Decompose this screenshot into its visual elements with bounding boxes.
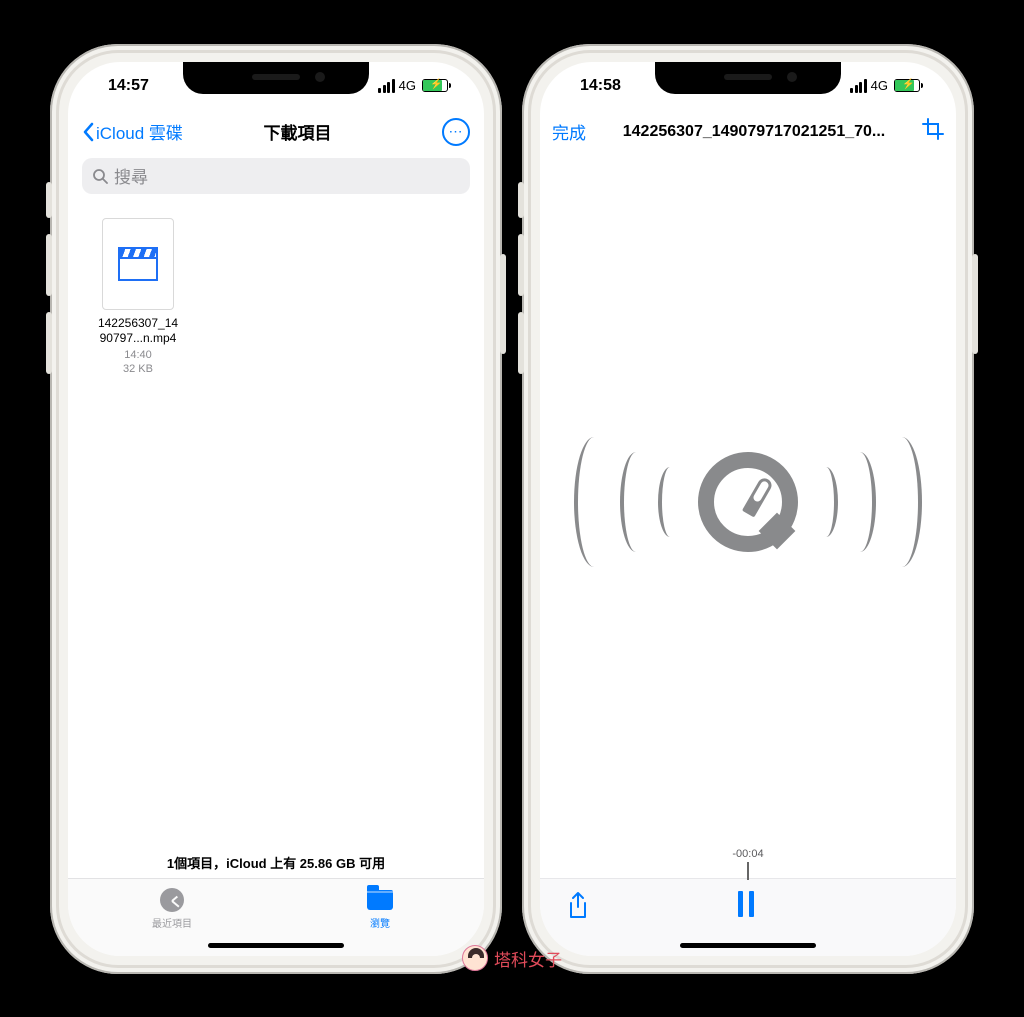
silent-switch — [46, 182, 52, 218]
volume-up — [518, 234, 524, 296]
playhead-icon[interactable] — [747, 862, 749, 880]
navigation-bar: iCloud 雲碟 下載項目 ⋯ — [68, 110, 484, 154]
volume-down — [46, 312, 52, 374]
file-metadata: 14:4032 KB — [88, 348, 188, 377]
search-input[interactable]: 搜尋 — [82, 158, 470, 194]
notch — [183, 62, 369, 94]
file-thumbnail — [102, 218, 174, 310]
phone-frame-left: 14:57 4G ⚡ iCloud 雲碟 下載項目 ⋯ 搜 — [50, 44, 502, 974]
video-file-icon — [118, 247, 158, 281]
home-indicator[interactable] — [680, 943, 816, 948]
file-grid[interactable]: 142256307_1490797...n.mp4 14:4032 KB — [68, 206, 484, 845]
chevron-left-icon — [82, 122, 94, 142]
screen-right: 14:58 4G ⚡ 完成 142256307_149079717021251_… — [540, 62, 956, 956]
scrubber[interactable]: -00:04 — [540, 850, 956, 878]
search-icon — [92, 168, 108, 184]
phone-frame-right: 14:58 4G ⚡ 完成 142256307_149079717021251_… — [522, 44, 974, 974]
notch — [655, 62, 841, 94]
power-button — [972, 254, 978, 354]
pause-button[interactable] — [738, 891, 754, 917]
status-time: 14:57 — [108, 77, 149, 95]
volume-down — [518, 312, 524, 374]
share-button[interactable] — [566, 891, 590, 926]
player-navigation-bar: 完成 142256307_149079717021251_70... — [540, 110, 956, 154]
battery-icon: ⚡ — [894, 79, 920, 92]
signal-icon — [378, 79, 395, 93]
silent-switch — [518, 182, 524, 218]
more-options-button[interactable]: ⋯ — [442, 118, 470, 146]
status-time: 14:58 — [580, 77, 621, 95]
watermark-label: 塔科女子 — [494, 946, 562, 971]
network-label: 4G — [871, 78, 888, 93]
tab-label: 瀏覽 — [370, 915, 390, 930]
storage-footer: 1個項目，iCloud 上有 25.86 GB 可用 — [68, 845, 484, 878]
watermark: 塔科女子 — [462, 945, 562, 971]
signal-icon — [850, 79, 867, 93]
network-label: 4G — [399, 78, 416, 93]
crop-button[interactable] — [922, 118, 944, 145]
page-title: 下載項目 — [153, 119, 442, 144]
file-name: 142256307_1490797...n.mp4 — [88, 316, 188, 346]
battery-icon: ⚡ — [422, 79, 448, 92]
player-canvas[interactable] — [540, 154, 956, 850]
file-title: 142256307_149079717021251_70... — [594, 123, 914, 141]
power-button — [500, 254, 506, 354]
screen-left: 14:57 4G ⚡ iCloud 雲碟 下載項目 ⋯ 搜 — [68, 62, 484, 956]
time-remaining: -00:04 — [732, 848, 763, 860]
search-placeholder: 搜尋 — [114, 163, 148, 188]
done-button[interactable]: 完成 — [552, 119, 586, 144]
pause-icon — [738, 891, 743, 917]
home-indicator[interactable] — [208, 943, 344, 948]
avatar-icon — [462, 945, 488, 971]
ellipsis-icon: ⋯ — [449, 123, 464, 140]
share-icon — [566, 891, 590, 921]
folder-icon — [367, 890, 393, 910]
file-item[interactable]: 142256307_1490797...n.mp4 14:4032 KB — [88, 218, 188, 377]
quicktime-audio-icon — [574, 437, 922, 567]
tab-label: 最近項目 — [152, 915, 192, 930]
volume-up — [46, 234, 52, 296]
clock-icon — [160, 888, 184, 912]
crop-icon — [922, 118, 944, 140]
